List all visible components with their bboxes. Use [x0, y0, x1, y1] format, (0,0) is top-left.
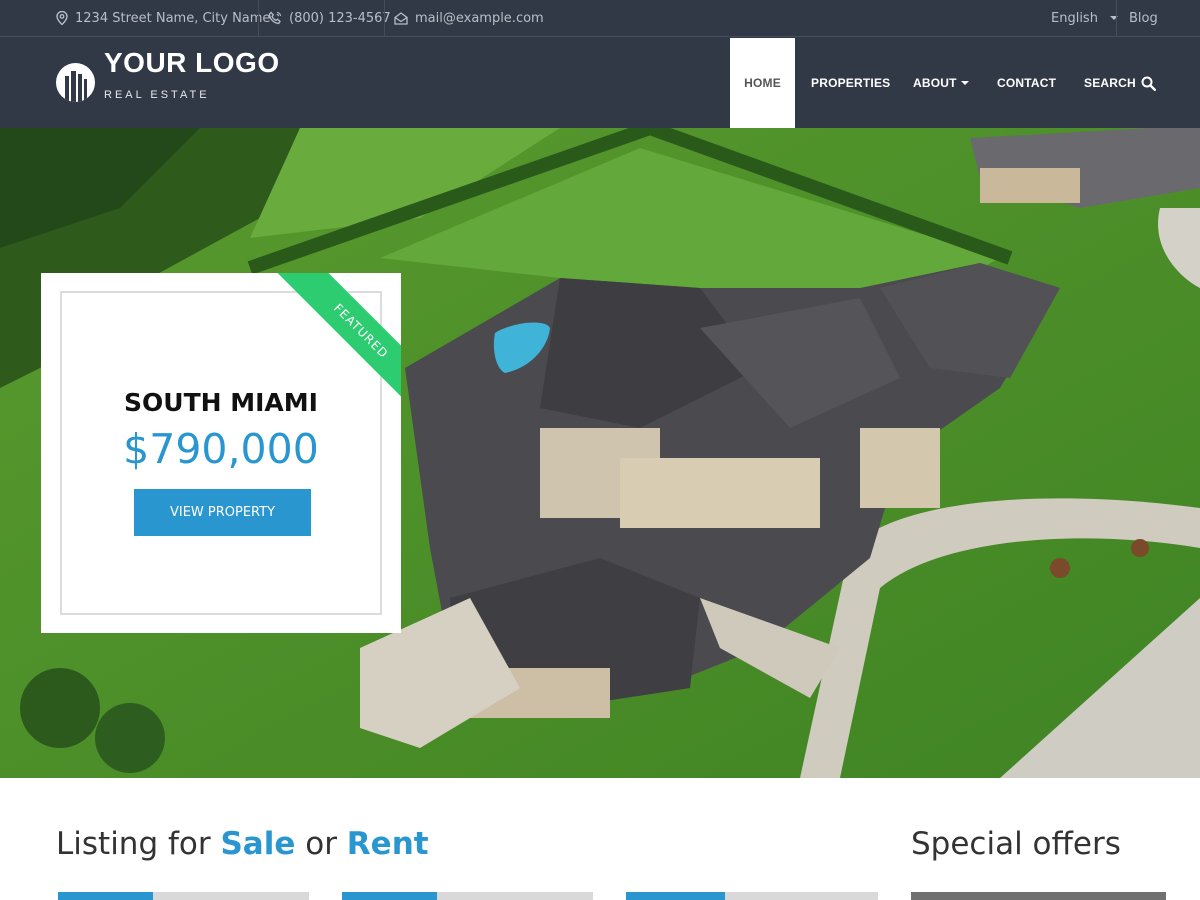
property-title: SOUTH MIAMI: [124, 388, 318, 417]
envelope-icon: [394, 11, 408, 25]
listing-heading: Listing for Sale or Rent: [56, 826, 429, 862]
listing-card-bar-accent: [626, 892, 725, 900]
blog-link[interactable]: Blog: [1129, 0, 1158, 36]
featured-property-card: FEATURED SOUTH MIAMI $790,000 VIEW PROPE…: [41, 273, 401, 633]
listing-prefix: Listing for: [56, 826, 221, 862]
listing-card-bar: [58, 892, 309, 900]
phone-text: (800) 123-4567: [289, 10, 391, 26]
language-label: English: [1051, 10, 1098, 26]
email-text: mail@example.com: [415, 10, 544, 26]
top-info-bar: 1234 Street Name, City Name (800) 123-45…: [0, 0, 1200, 37]
listing-rent[interactable]: Rent: [347, 826, 429, 862]
special-offer-card-bar: [911, 892, 1166, 900]
nav-contact[interactable]: CONTACT: [997, 38, 1056, 128]
nav-about[interactable]: ABOUT: [913, 38, 969, 128]
logo-title[interactable]: YOUR LOGO: [104, 47, 280, 79]
nav-home[interactable]: HOME: [730, 38, 795, 128]
property-price: $790,000: [123, 425, 319, 473]
special-offers-heading: Special offers: [911, 826, 1121, 862]
nav-search[interactable]: SEARCH: [1084, 38, 1156, 128]
listing-card-bar-accent: [342, 892, 437, 900]
phone-icon: [268, 11, 282, 25]
listing-card-bar-accent: [58, 892, 153, 900]
listing-card-bar: [342, 892, 593, 900]
blog-label: Blog: [1129, 10, 1158, 26]
nav-properties[interactable]: PROPERTIES: [811, 38, 890, 128]
language-dropdown[interactable]: English: [1051, 0, 1118, 36]
chevron-down-icon: [960, 81, 969, 85]
view-property-button[interactable]: VIEW PROPERTY: [134, 489, 311, 536]
nav-search-label: SEARCH: [1084, 76, 1136, 90]
nav-about-label: ABOUT: [913, 76, 957, 90]
listing-sale[interactable]: Sale: [220, 826, 295, 862]
hero-banner: FEATURED SOUTH MIAMI $790,000 VIEW PROPE…: [0, 128, 1200, 778]
map-marker-icon: [56, 11, 68, 25]
search-icon: [1141, 76, 1156, 91]
address-text: 1234 Street Name, City Name: [75, 10, 271, 26]
email-item[interactable]: mail@example.com: [394, 0, 544, 36]
site-header: YOUR LOGO REAL ESTATE HOME PROPERTIES AB…: [0, 37, 1200, 128]
logo-subtitle: REAL ESTATE: [104, 89, 210, 101]
listing-card-bar: [626, 892, 878, 900]
phone-item[interactable]: (800) 123-4567: [268, 0, 391, 36]
address-item: 1234 Street Name, City Name: [56, 0, 270, 36]
logo-icon[interactable]: [56, 63, 95, 102]
listing-or: or: [295, 826, 347, 862]
